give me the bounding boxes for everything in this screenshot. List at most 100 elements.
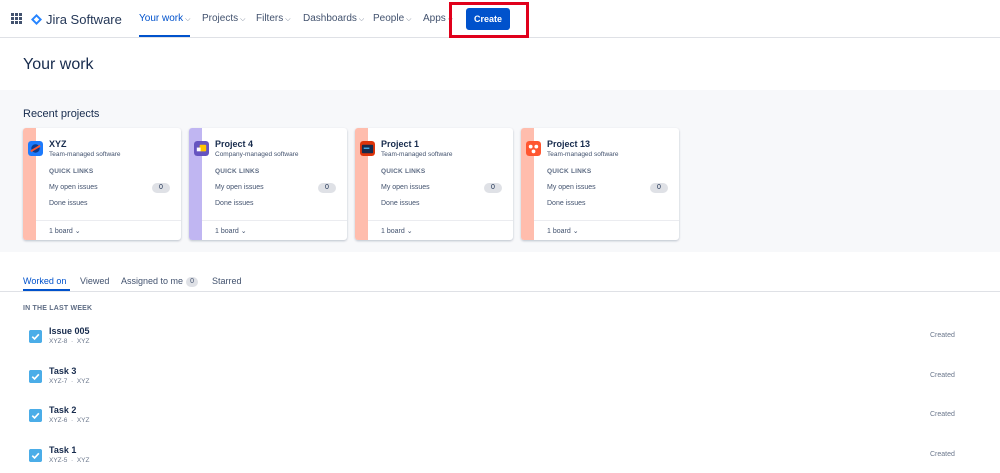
board-label: 1 board xyxy=(381,228,405,235)
done-issues-link[interactable]: Done issues xyxy=(49,200,88,207)
nav-dashboards-label: Dashboards xyxy=(303,13,357,24)
item-key: XYZ-6 xyxy=(49,417,68,424)
project-avatar-icon xyxy=(526,141,541,156)
my-open-issues-link[interactable]: My open issues xyxy=(49,184,98,191)
item-project: XYZ xyxy=(76,417,90,424)
project-name[interactable]: Project 1 xyxy=(381,139,419,149)
jira-diamond-icon xyxy=(31,13,42,25)
tab-worked-on[interactable]: Worked on xyxy=(23,276,66,286)
nav-your-work[interactable]: Your work ⌵ xyxy=(139,0,191,37)
task-checkbox-icon xyxy=(29,449,42,462)
item-status: Created xyxy=(930,332,955,339)
tab-assigned-to-me[interactable]: Assigned to me 0 xyxy=(121,276,199,287)
project-card-project-1[interactable]: Project 1 Team-managed software QUICK LI… xyxy=(355,128,513,240)
tab-starred[interactable]: Starred xyxy=(212,276,242,286)
project-name[interactable]: Project 13 xyxy=(547,139,590,149)
nav-people-label: People xyxy=(373,13,405,24)
recent-projects-heading: Recent projects xyxy=(23,108,100,120)
chevron-down-icon: ⌄ xyxy=(406,228,413,235)
item-meta: XYZ-7 · XYZ xyxy=(49,378,90,385)
nav-your-work-label: Your work xyxy=(139,13,184,24)
item-status: Created xyxy=(930,451,955,458)
project-card-project-4[interactable]: Project 4 Company-managed software QUICK… xyxy=(189,128,347,240)
list-item[interactable]: Task 2 XYZ-6 · XYZ Created xyxy=(0,403,1000,433)
item-key: XYZ-7 xyxy=(49,378,68,385)
item-meta: XYZ-8 · XYZ xyxy=(49,338,90,345)
nav-projects[interactable]: Projects ⌵ xyxy=(202,0,245,37)
chevron-down-icon: ⌵ xyxy=(185,16,191,23)
item-key: XYZ-5 xyxy=(49,457,68,464)
item-title[interactable]: Task 1 xyxy=(49,445,76,455)
work-tabs: Worked on Viewed Assigned to me 0 Starred xyxy=(0,272,1000,292)
project-avatar-icon xyxy=(360,141,375,156)
chevron-down-icon: ⌄ xyxy=(74,228,81,235)
task-checkbox-icon xyxy=(29,330,42,343)
jira-logo[interactable]: Jira Software xyxy=(31,10,122,28)
nav-projects-label: Projects xyxy=(202,13,239,24)
card-footer: 1 board ⌄ xyxy=(368,220,513,240)
item-meta: XYZ-6 · XYZ xyxy=(49,417,90,424)
tab-viewed[interactable]: Viewed xyxy=(80,276,109,286)
list-item[interactable]: Issue 005 XYZ-8 · XYZ Created xyxy=(0,324,1000,354)
my-open-issues-link[interactable]: My open issues xyxy=(215,184,264,191)
board-dropdown[interactable]: 1 board ⌄ xyxy=(547,227,579,235)
quick-links-label: QUICK LINKS xyxy=(49,168,94,175)
open-issues-count: 0 xyxy=(152,183,170,193)
quick-links-label: QUICK LINKS xyxy=(381,168,426,175)
project-type: Team-managed software xyxy=(547,151,619,158)
nav-dashboards[interactable]: Dashboards ⌵ xyxy=(303,0,364,37)
item-key: XYZ-8 xyxy=(49,338,68,345)
board-dropdown[interactable]: 1 board ⌄ xyxy=(381,227,413,235)
project-avatar-icon xyxy=(194,141,209,156)
list-item[interactable]: Task 1 XYZ-5 · XYZ Created xyxy=(0,443,1000,473)
done-issues-link[interactable]: Done issues xyxy=(547,200,586,207)
section-label: IN THE LAST WEEK xyxy=(23,305,93,312)
board-dropdown[interactable]: 1 board ⌄ xyxy=(215,227,247,235)
assigned-count-badge: 0 xyxy=(186,277,199,287)
board-label: 1 board xyxy=(215,228,239,235)
card-footer: 1 board ⌄ xyxy=(534,220,679,240)
done-issues-link[interactable]: Done issues xyxy=(381,200,420,207)
chevron-down-icon: ⌵ xyxy=(358,16,365,23)
item-project: XYZ xyxy=(76,457,90,464)
list-item[interactable]: Task 3 XYZ-7 · XYZ Created xyxy=(0,364,1000,394)
item-project: XYZ xyxy=(76,378,90,385)
board-dropdown[interactable]: 1 board ⌄ xyxy=(49,227,81,235)
open-issues-count: 0 xyxy=(650,183,668,193)
chevron-down-icon: ⌵ xyxy=(285,16,291,23)
active-tab-indicator xyxy=(23,289,70,291)
nav-filters-label: Filters xyxy=(256,13,284,24)
chevron-down-icon: ⌄ xyxy=(240,228,247,235)
nav-filters[interactable]: Filters ⌵ xyxy=(256,0,291,37)
done-issues-link[interactable]: Done issues xyxy=(215,200,254,207)
task-checkbox-icon xyxy=(29,370,42,383)
item-meta: XYZ-5 · XYZ xyxy=(49,457,90,464)
page-title: Your work xyxy=(23,56,94,73)
item-title[interactable]: Task 3 xyxy=(49,366,76,376)
project-card-project-13[interactable]: Project 13 Team-managed software QUICK L… xyxy=(521,128,679,240)
project-avatar-icon xyxy=(28,141,43,156)
quick-links-label: QUICK LINKS xyxy=(215,168,260,175)
chevron-down-icon: ⌵ xyxy=(240,16,246,23)
item-status: Created xyxy=(930,411,955,418)
board-label: 1 board xyxy=(49,228,73,235)
my-open-issues-link[interactable]: My open issues xyxy=(381,184,430,191)
card-footer: 1 board ⌄ xyxy=(36,220,181,240)
board-label: 1 board xyxy=(547,228,571,235)
chevron-down-icon: ⌄ xyxy=(572,228,579,235)
project-type: Team-managed software xyxy=(381,151,453,158)
project-name[interactable]: XYZ xyxy=(49,139,67,149)
task-checkbox-icon xyxy=(29,409,42,422)
app-switcher-icon[interactable] xyxy=(11,13,22,24)
project-type: Company-managed software xyxy=(215,151,299,158)
item-title[interactable]: Task 2 xyxy=(49,405,76,415)
my-open-issues-link[interactable]: My open issues xyxy=(547,184,596,191)
open-issues-count: 0 xyxy=(318,183,336,193)
project-card-xyz[interactable]: XYZ Team-managed software QUICK LINKS My… xyxy=(23,128,181,240)
item-project: XYZ xyxy=(76,338,90,345)
nav-people[interactable]: People ⌵ xyxy=(373,0,411,37)
create-button[interactable]: Create xyxy=(466,8,510,30)
quick-links-label: QUICK LINKS xyxy=(547,168,592,175)
project-name[interactable]: Project 4 xyxy=(215,139,253,149)
item-title[interactable]: Issue 005 xyxy=(49,326,90,336)
